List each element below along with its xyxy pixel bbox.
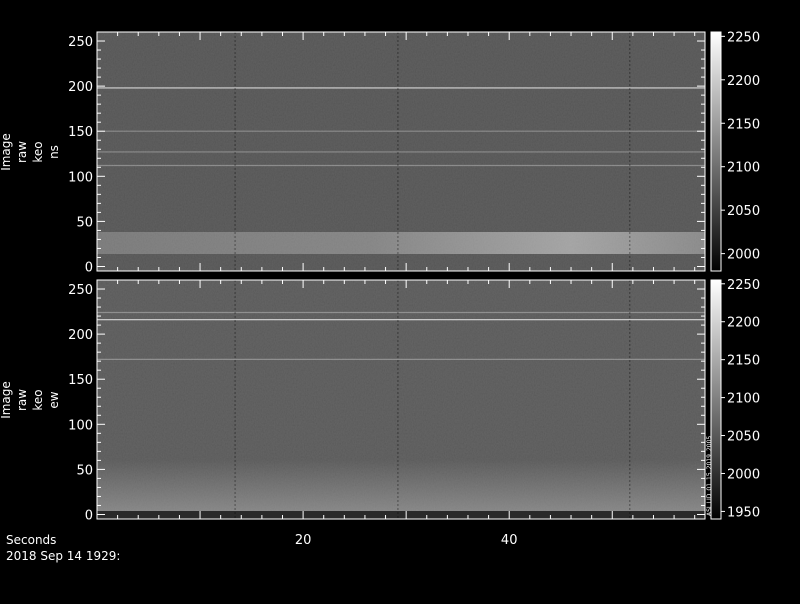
- panel-ns-colorbar-ticks: 2000 2050 2100 2150 2200 2250: [721, 30, 760, 263]
- panel-ns-ylabel: Image: [0, 133, 13, 171]
- keogram-figure: 050100150200250 Image raw keo ns 2000205…: [0, 30, 760, 563]
- colorbar-tick-label: 2000: [727, 467, 760, 482]
- y-tick-label: 50: [76, 215, 93, 230]
- ylabel-line-2: raw: [15, 141, 29, 163]
- panel-ew-colorbar-ticks: 1950 2000 2050 2100 2150 2200 2250: [721, 278, 760, 520]
- date-label: 2018 Sep 14 1929:: [6, 549, 120, 563]
- colorbar-tick-label: 2200: [727, 316, 760, 331]
- colorbar-tick-label: 2050: [727, 204, 760, 219]
- panel-ew-ylabel-2: raw: [15, 389, 29, 411]
- y-tick-label: 200: [68, 80, 93, 95]
- panel-ns-ylabel-4: ns: [47, 145, 61, 159]
- colorbar-tick-label: 2250: [727, 278, 760, 293]
- colorbar-tick-label: 1950: [727, 505, 760, 520]
- x-tick-label: 20: [295, 533, 312, 548]
- ylabel-line-1: Image: [0, 381, 13, 419]
- y-tick-label: 50: [76, 463, 93, 478]
- colorbar-tick-label: 2250: [727, 30, 760, 45]
- colorbar-tick-label: 2150: [727, 117, 760, 132]
- colorbar-tick-label: 2100: [727, 161, 760, 176]
- ylabel-line-4: ew: [47, 391, 61, 408]
- x-tick-label: 40: [501, 533, 518, 548]
- y-tick-label: 200: [68, 328, 93, 343]
- panel-ew-ylabel-3: keo: [31, 389, 45, 410]
- panel-ew-colorbar: [710, 279, 722, 520]
- y-tick-label: 0: [85, 260, 93, 275]
- colorbar-tick-label: 2200: [727, 74, 760, 89]
- y-tick-label: 250: [68, 283, 93, 298]
- x-tick-labels: 20 40: [295, 533, 518, 548]
- y-tick-label: 250: [68, 35, 93, 50]
- colorbar-tick-label: 2100: [727, 392, 760, 407]
- colorbar-tick-label: 2000: [727, 248, 760, 263]
- panel-ns: 0 50 100 150 200 250 Image raw keo ns 2000 205…: [0, 30, 760, 275]
- colorbar-tick-label: 2150: [727, 354, 760, 369]
- panel-ew-bottom-glow: [97, 460, 705, 512]
- ylabel-line-3: keo: [31, 141, 45, 162]
- ylabel-line-2: raw: [15, 389, 29, 411]
- y-tick-label: 100: [68, 418, 93, 433]
- panel-ew-dark-floor: [97, 511, 705, 519]
- panel-ew-ylabel: Image: [0, 381, 13, 419]
- panel-ew: 050100150200250 Image raw keo ew ASI_LID…: [0, 278, 760, 524]
- y-tick-label: 0: [85, 508, 93, 523]
- x-axis-label: Seconds: [6, 533, 56, 547]
- ylabel-line-3: keo: [31, 389, 45, 410]
- panel-ns-ylabel-2: raw: [15, 141, 29, 163]
- panel-ns-ylabel-3: keo: [31, 141, 45, 162]
- ylabel-line-4: ns: [47, 145, 61, 159]
- panel-ew-ylabel-4: ew: [47, 391, 61, 408]
- y-tick-label: 100: [68, 170, 93, 185]
- panel-ns-band: [97, 232, 705, 254]
- colorbar-tick-label: 2050: [727, 430, 760, 445]
- y-tick-label: 150: [68, 125, 93, 140]
- ylabel-line-1: Image: [0, 133, 13, 171]
- y-tick-label: 150: [68, 373, 93, 388]
- panel-ns-colorbar: [710, 31, 722, 272]
